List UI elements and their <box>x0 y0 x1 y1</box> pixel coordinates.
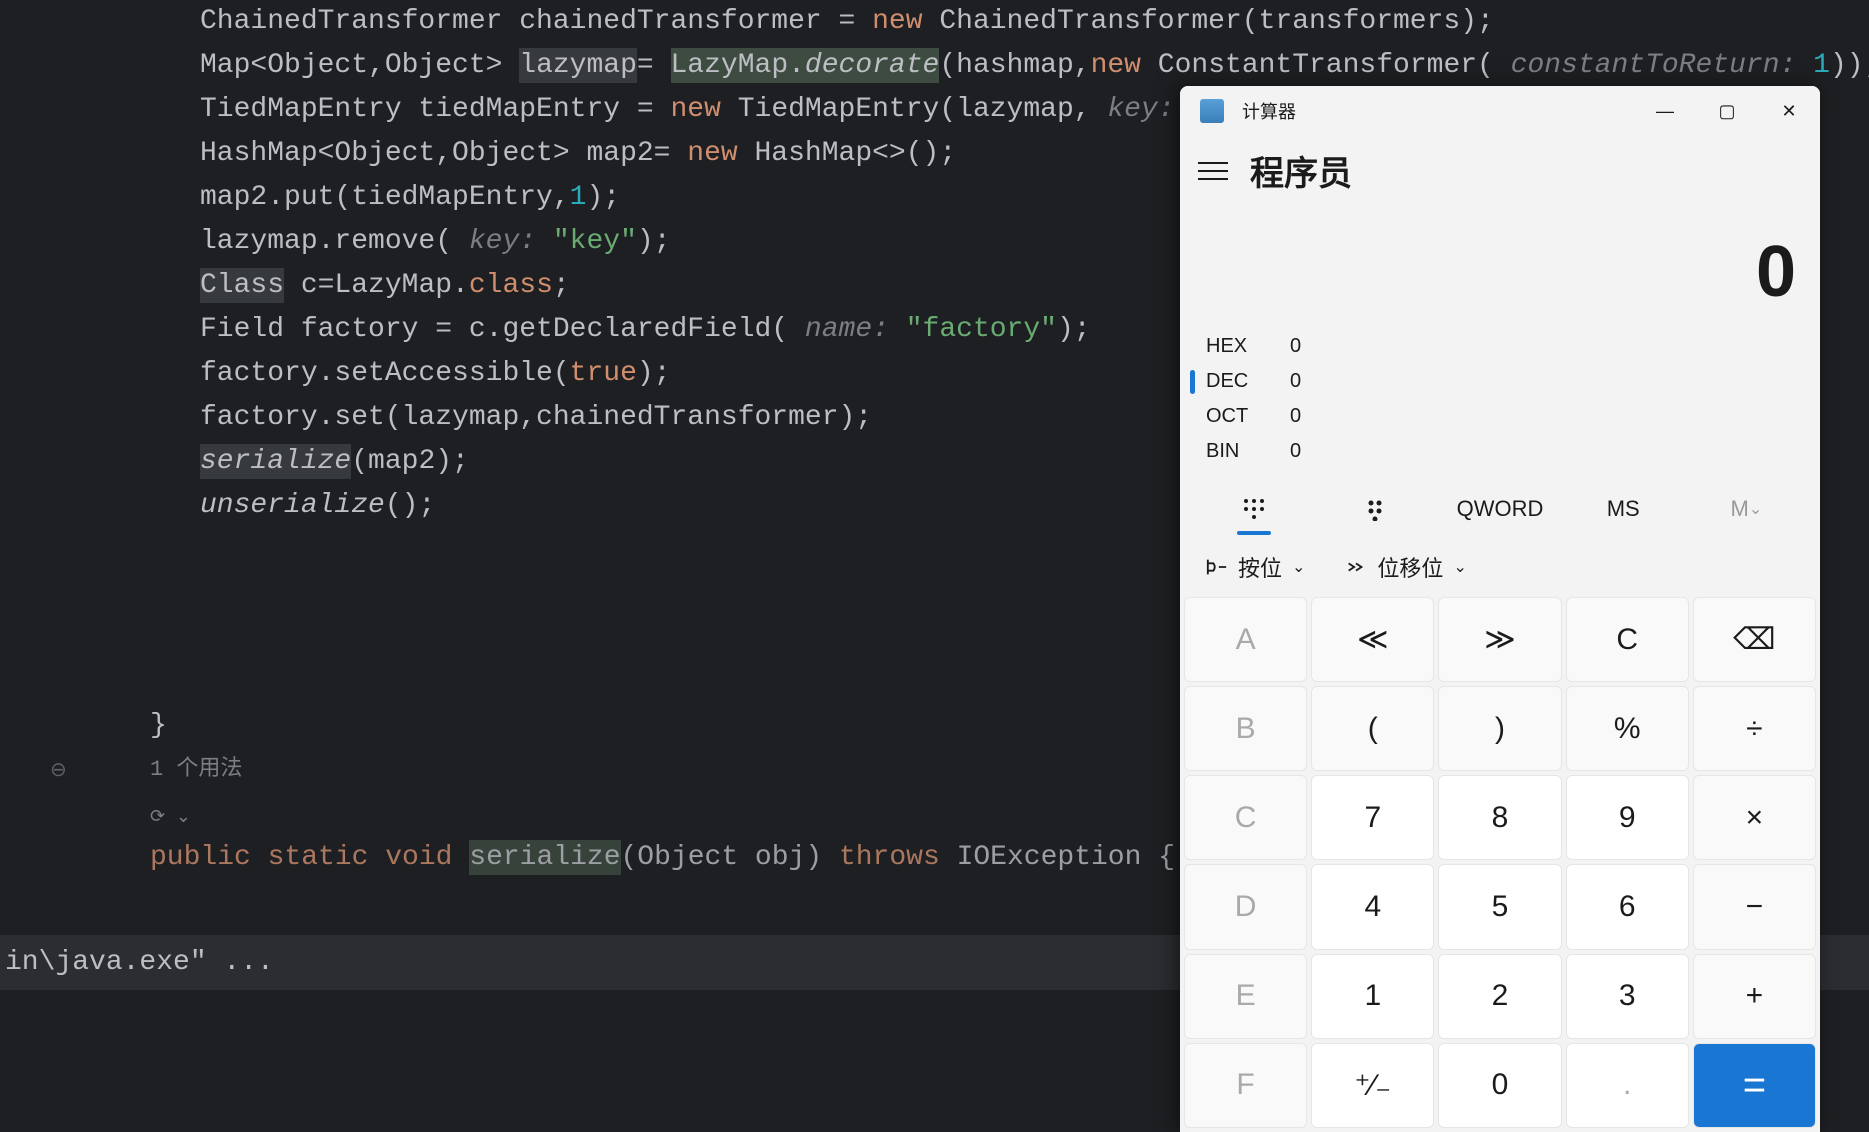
base-row-dec[interactable]: DEC0 <box>1188 364 1812 399</box>
base-row-hex[interactable]: HEX0 <box>1188 329 1812 364</box>
key-.: . <box>1566 1043 1689 1128</box>
keypad-mode-icon[interactable] <box>1192 481 1315 537</box>
number-base-list: HEX0DEC0OCT0BIN0 <box>1180 323 1820 475</box>
calculator-keypad: A≪≫C⌫B()%÷C789×D456−E123+F⁺∕₋0.= <box>1180 593 1820 1132</box>
code-line: Map<Object,Object> lazymap= LazyMap.deco… <box>60 44 1869 88</box>
key-D: D <box>1184 864 1307 949</box>
key-2[interactable]: 2 <box>1438 954 1561 1039</box>
key-4[interactable]: 4 <box>1311 864 1434 949</box>
menu-icon[interactable] <box>1198 162 1228 180</box>
key-C: C <box>1184 775 1307 860</box>
close-button[interactable]: ✕ <box>1758 86 1820 136</box>
base-row-oct[interactable]: OCT0 <box>1188 399 1812 434</box>
key-5[interactable]: 5 <box>1438 864 1561 949</box>
key-≫[interactable]: ≫ <box>1438 597 1561 682</box>
key-F: F <box>1184 1043 1307 1128</box>
key-+[interactable]: + <box>1693 954 1816 1039</box>
calculator-display: 0 <box>1180 201 1820 323</box>
key-([interactable]: ( <box>1311 686 1434 771</box>
key-×[interactable]: × <box>1693 775 1816 860</box>
calculator-title: 计算器 <box>1242 98 1296 124</box>
key-9[interactable]: 9 <box>1566 775 1689 860</box>
calculator-toolbar: QWORD MS M⌄ <box>1180 475 1820 537</box>
key-⌫[interactable]: ⌫ <box>1693 597 1816 682</box>
memory-store-button[interactable]: MS <box>1562 481 1685 537</box>
fold-marker-icon[interactable]: ⊖ <box>50 750 67 794</box>
key-0[interactable]: 0 <box>1438 1043 1561 1128</box>
calculator-titlebar[interactable]: 计算器 — ▢ ✕ <box>1180 86 1820 136</box>
key-÷[interactable]: ÷ <box>1693 686 1816 771</box>
bitshift-dropdown[interactable]: 位移位 ⌄ <box>1345 551 1466 583</box>
key-=[interactable]: = <box>1693 1043 1816 1128</box>
bitwise-dropdown[interactable]: 按位 ⌄ <box>1206 551 1305 583</box>
key-)[interactable]: ) <box>1438 686 1561 771</box>
key-A: A <box>1184 597 1307 682</box>
memory-dropdown-button[interactable]: M⌄ <box>1685 481 1808 537</box>
calculator-app-icon <box>1200 99 1224 123</box>
word-size-button[interactable]: QWORD <box>1438 481 1561 537</box>
code-line: ChainedTransformer chainedTransformer = … <box>60 0 1869 44</box>
key-1[interactable]: 1 <box>1311 954 1434 1039</box>
key-3[interactable]: 3 <box>1566 954 1689 1039</box>
bit-operations-row: 按位 ⌄ 位移位 ⌄ <box>1180 537 1820 593</box>
key-−[interactable]: − <box>1693 864 1816 949</box>
key-⁺∕₋[interactable]: ⁺∕₋ <box>1311 1043 1434 1128</box>
calculator-mode-label[interactable]: 程序员 <box>1250 146 1352 195</box>
base-row-bin[interactable]: BIN0 <box>1188 434 1812 469</box>
bit-toggle-mode-icon[interactable] <box>1315 481 1438 537</box>
minimize-button[interactable]: — <box>1634 86 1696 136</box>
calculator-window: 计算器 — ▢ ✕ 程序员 0 HEX0DEC0OCT0BIN0 QWORD M… <box>1180 86 1820 1132</box>
key-7[interactable]: 7 <box>1311 775 1434 860</box>
key-C[interactable]: C <box>1566 597 1689 682</box>
key-B: B <box>1184 686 1307 771</box>
key-%[interactable]: % <box>1566 686 1689 771</box>
key-≪[interactable]: ≪ <box>1311 597 1434 682</box>
maximize-button[interactable]: ▢ <box>1696 86 1758 136</box>
key-8[interactable]: 8 <box>1438 775 1561 860</box>
key-E: E <box>1184 954 1307 1039</box>
key-6[interactable]: 6 <box>1566 864 1689 949</box>
